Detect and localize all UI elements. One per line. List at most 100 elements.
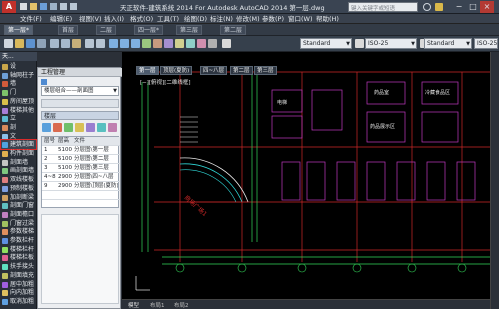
palette-item[interactable]: 设 bbox=[1, 62, 36, 71]
create-section-icon[interactable] bbox=[64, 123, 73, 132]
table-row[interactable]: 1 5100 分层图\第一层 bbox=[42, 146, 120, 155]
palette-item[interactable]: 文 bbox=[1, 132, 36, 141]
palette-item[interactable]: 楼梯栏杆 bbox=[1, 245, 36, 254]
new-file-icon[interactable] bbox=[20, 3, 27, 10]
add-floor-icon[interactable] bbox=[42, 123, 51, 132]
project-icon[interactable] bbox=[41, 79, 47, 85]
palette-item[interactable]: 建筑剖面 bbox=[0, 139, 37, 151]
drawing-canvas[interactable]: 药品室 药品展示区 冷藏食品区 电梯 商场广场1 模型 布局1 布局2 bbox=[122, 52, 499, 309]
palette-item[interactable]: 剖面檐口 bbox=[1, 210, 36, 219]
help-icon[interactable] bbox=[208, 39, 217, 48]
floors-section-header[interactable]: 楼层 bbox=[41, 111, 119, 120]
copy-icon[interactable] bbox=[61, 39, 70, 48]
palette-item[interactable]: 立 bbox=[1, 114, 36, 123]
palette-item[interactable]: 剖面墙 bbox=[1, 158, 36, 167]
menu-parameter[interactable]: 参数(P) bbox=[262, 14, 284, 24]
menu-file[interactable]: 文件(F) bbox=[20, 14, 42, 24]
palette-item[interactable]: 轴网柱子 bbox=[1, 71, 36, 80]
menu-view[interactable]: 视图(V) bbox=[79, 14, 102, 24]
menu-modify[interactable]: 修改(M) bbox=[236, 14, 260, 24]
table-row-empty[interactable] bbox=[42, 191, 120, 200]
palette-item[interactable]: 参数楼梯 bbox=[1, 227, 36, 236]
table-row[interactable]: 4~8 2900 分层图\四~八层 bbox=[42, 173, 120, 182]
floor-combination-select[interactable]: 楼层组合——剖面图 ▼ bbox=[41, 86, 119, 96]
palette-item[interactable]: 加剖断梁 bbox=[1, 193, 36, 202]
doc-tab-3[interactable]: 二层 bbox=[96, 25, 117, 35]
minimize-button[interactable]: − bbox=[452, 1, 466, 13]
search-icon[interactable] bbox=[423, 3, 431, 11]
settings-icon[interactable] bbox=[108, 123, 117, 132]
undo-icon[interactable] bbox=[85, 39, 94, 48]
menu-help[interactable]: 帮助(H) bbox=[316, 14, 339, 24]
palette-item[interactable]: 构件剖面 bbox=[1, 149, 36, 158]
undo-icon[interactable] bbox=[60, 3, 67, 10]
text-style-select[interactable]: Standard ▼ bbox=[300, 38, 352, 49]
open-icon[interactable] bbox=[15, 39, 24, 48]
viewport-tab[interactable]: 顶层(夏防) bbox=[160, 66, 193, 75]
palette-item[interactable]: 向内加粗 bbox=[1, 288, 36, 297]
tool-palette-icon[interactable] bbox=[164, 39, 173, 48]
pan-icon[interactable] bbox=[109, 39, 118, 48]
doc-tab-5[interactable]: 第三层 bbox=[176, 25, 203, 35]
palette-item[interactable]: 剖 bbox=[1, 123, 36, 132]
table-row[interactable]: 9 2900 分层图\顶层(夏防) bbox=[42, 182, 120, 191]
menu-window[interactable]: 窗口(W) bbox=[288, 14, 313, 24]
maximize-button[interactable]: □ bbox=[466, 1, 480, 13]
palette-item[interactable]: 墙 bbox=[1, 79, 36, 88]
dim-style-select[interactable]: ISO-25 ▼ bbox=[365, 38, 417, 49]
redo-icon[interactable] bbox=[70, 3, 77, 10]
paste-icon[interactable] bbox=[72, 39, 81, 48]
doc-tab-6[interactable]: 第二层 bbox=[220, 25, 247, 35]
menu-draw[interactable]: 绘图(D) bbox=[184, 14, 207, 24]
new-icon[interactable] bbox=[4, 39, 13, 48]
viewport-tab[interactable]: 第二层 bbox=[230, 66, 253, 75]
menu-insert[interactable]: 插入(I) bbox=[104, 14, 124, 24]
zoom-window-icon[interactable] bbox=[131, 39, 140, 48]
app-logo-icon[interactable]: A bbox=[2, 1, 16, 13]
doc-tab-2[interactable]: 首层 bbox=[58, 25, 79, 35]
calculator-icon[interactable] bbox=[197, 39, 206, 48]
palette-item[interactable]: 画剖面墙 bbox=[1, 166, 36, 175]
table-row[interactable]: 3 5100 分层图\第三层 bbox=[42, 164, 120, 173]
layout2-tab[interactable]: 布局2 bbox=[174, 301, 189, 309]
doc-tab-4[interactable]: 四一层* bbox=[134, 25, 164, 35]
table-style-select[interactable]: Standard ▼ bbox=[424, 38, 472, 49]
menu-tools[interactable]: 工具(T) bbox=[157, 14, 179, 24]
cut-icon[interactable] bbox=[50, 39, 59, 48]
palette-item[interactable]: 扶手接头 bbox=[1, 262, 36, 271]
delete-floor-icon[interactable] bbox=[53, 123, 62, 132]
star-icon[interactable] bbox=[435, 3, 443, 11]
close-button[interactable]: × bbox=[480, 1, 494, 13]
model-tab[interactable]: 模型 bbox=[128, 301, 139, 309]
save-icon[interactable] bbox=[26, 39, 35, 48]
mleader-style-select[interactable]: ISO-25 bbox=[474, 38, 498, 49]
design-center-icon[interactable] bbox=[153, 39, 162, 48]
palette-item[interactable]: 剖面填充 bbox=[1, 271, 36, 280]
palette-item[interactable]: 参数栏杆 bbox=[1, 236, 36, 245]
zoom-icon[interactable] bbox=[120, 39, 129, 48]
doc-tab-1[interactable]: 第一层* bbox=[4, 25, 34, 35]
palette-item[interactable]: 居中加粗 bbox=[1, 280, 36, 289]
properties-icon[interactable] bbox=[142, 39, 151, 48]
palette-item[interactable]: 门窗过梁 bbox=[1, 219, 36, 228]
palette-item[interactable]: 剖面门窗 bbox=[1, 201, 36, 210]
viewport-controls-label[interactable]: [−][俯视][二维线框] bbox=[140, 78, 190, 86]
palette-item[interactable]: 楼梯栏板 bbox=[1, 253, 36, 262]
menu-edit[interactable]: 编辑(E) bbox=[50, 14, 72, 24]
print-icon[interactable] bbox=[50, 3, 57, 10]
print-icon[interactable] bbox=[37, 39, 46, 48]
menu-dimension[interactable]: 标注(N) bbox=[210, 14, 233, 24]
three-d-model-icon[interactable] bbox=[75, 123, 84, 132]
viewport-tab[interactable]: 第一层 bbox=[136, 66, 159, 75]
menu-format[interactable]: 格式(O) bbox=[130, 14, 153, 24]
palette-item[interactable]: 双线楼板 bbox=[1, 175, 36, 184]
vertical-scrollbar[interactable] bbox=[490, 52, 499, 309]
save-icon[interactable] bbox=[40, 3, 47, 10]
elevation-icon[interactable] bbox=[86, 123, 95, 132]
palette-item[interactable]: 预制楼板 bbox=[1, 184, 36, 193]
drawing-list-header[interactable] bbox=[41, 99, 119, 108]
open-file-icon[interactable] bbox=[30, 3, 37, 10]
viewport-tab[interactable]: 四~八层 bbox=[200, 66, 228, 75]
palette-item[interactable]: 门 bbox=[1, 88, 36, 97]
markup-icon[interactable] bbox=[186, 39, 195, 48]
